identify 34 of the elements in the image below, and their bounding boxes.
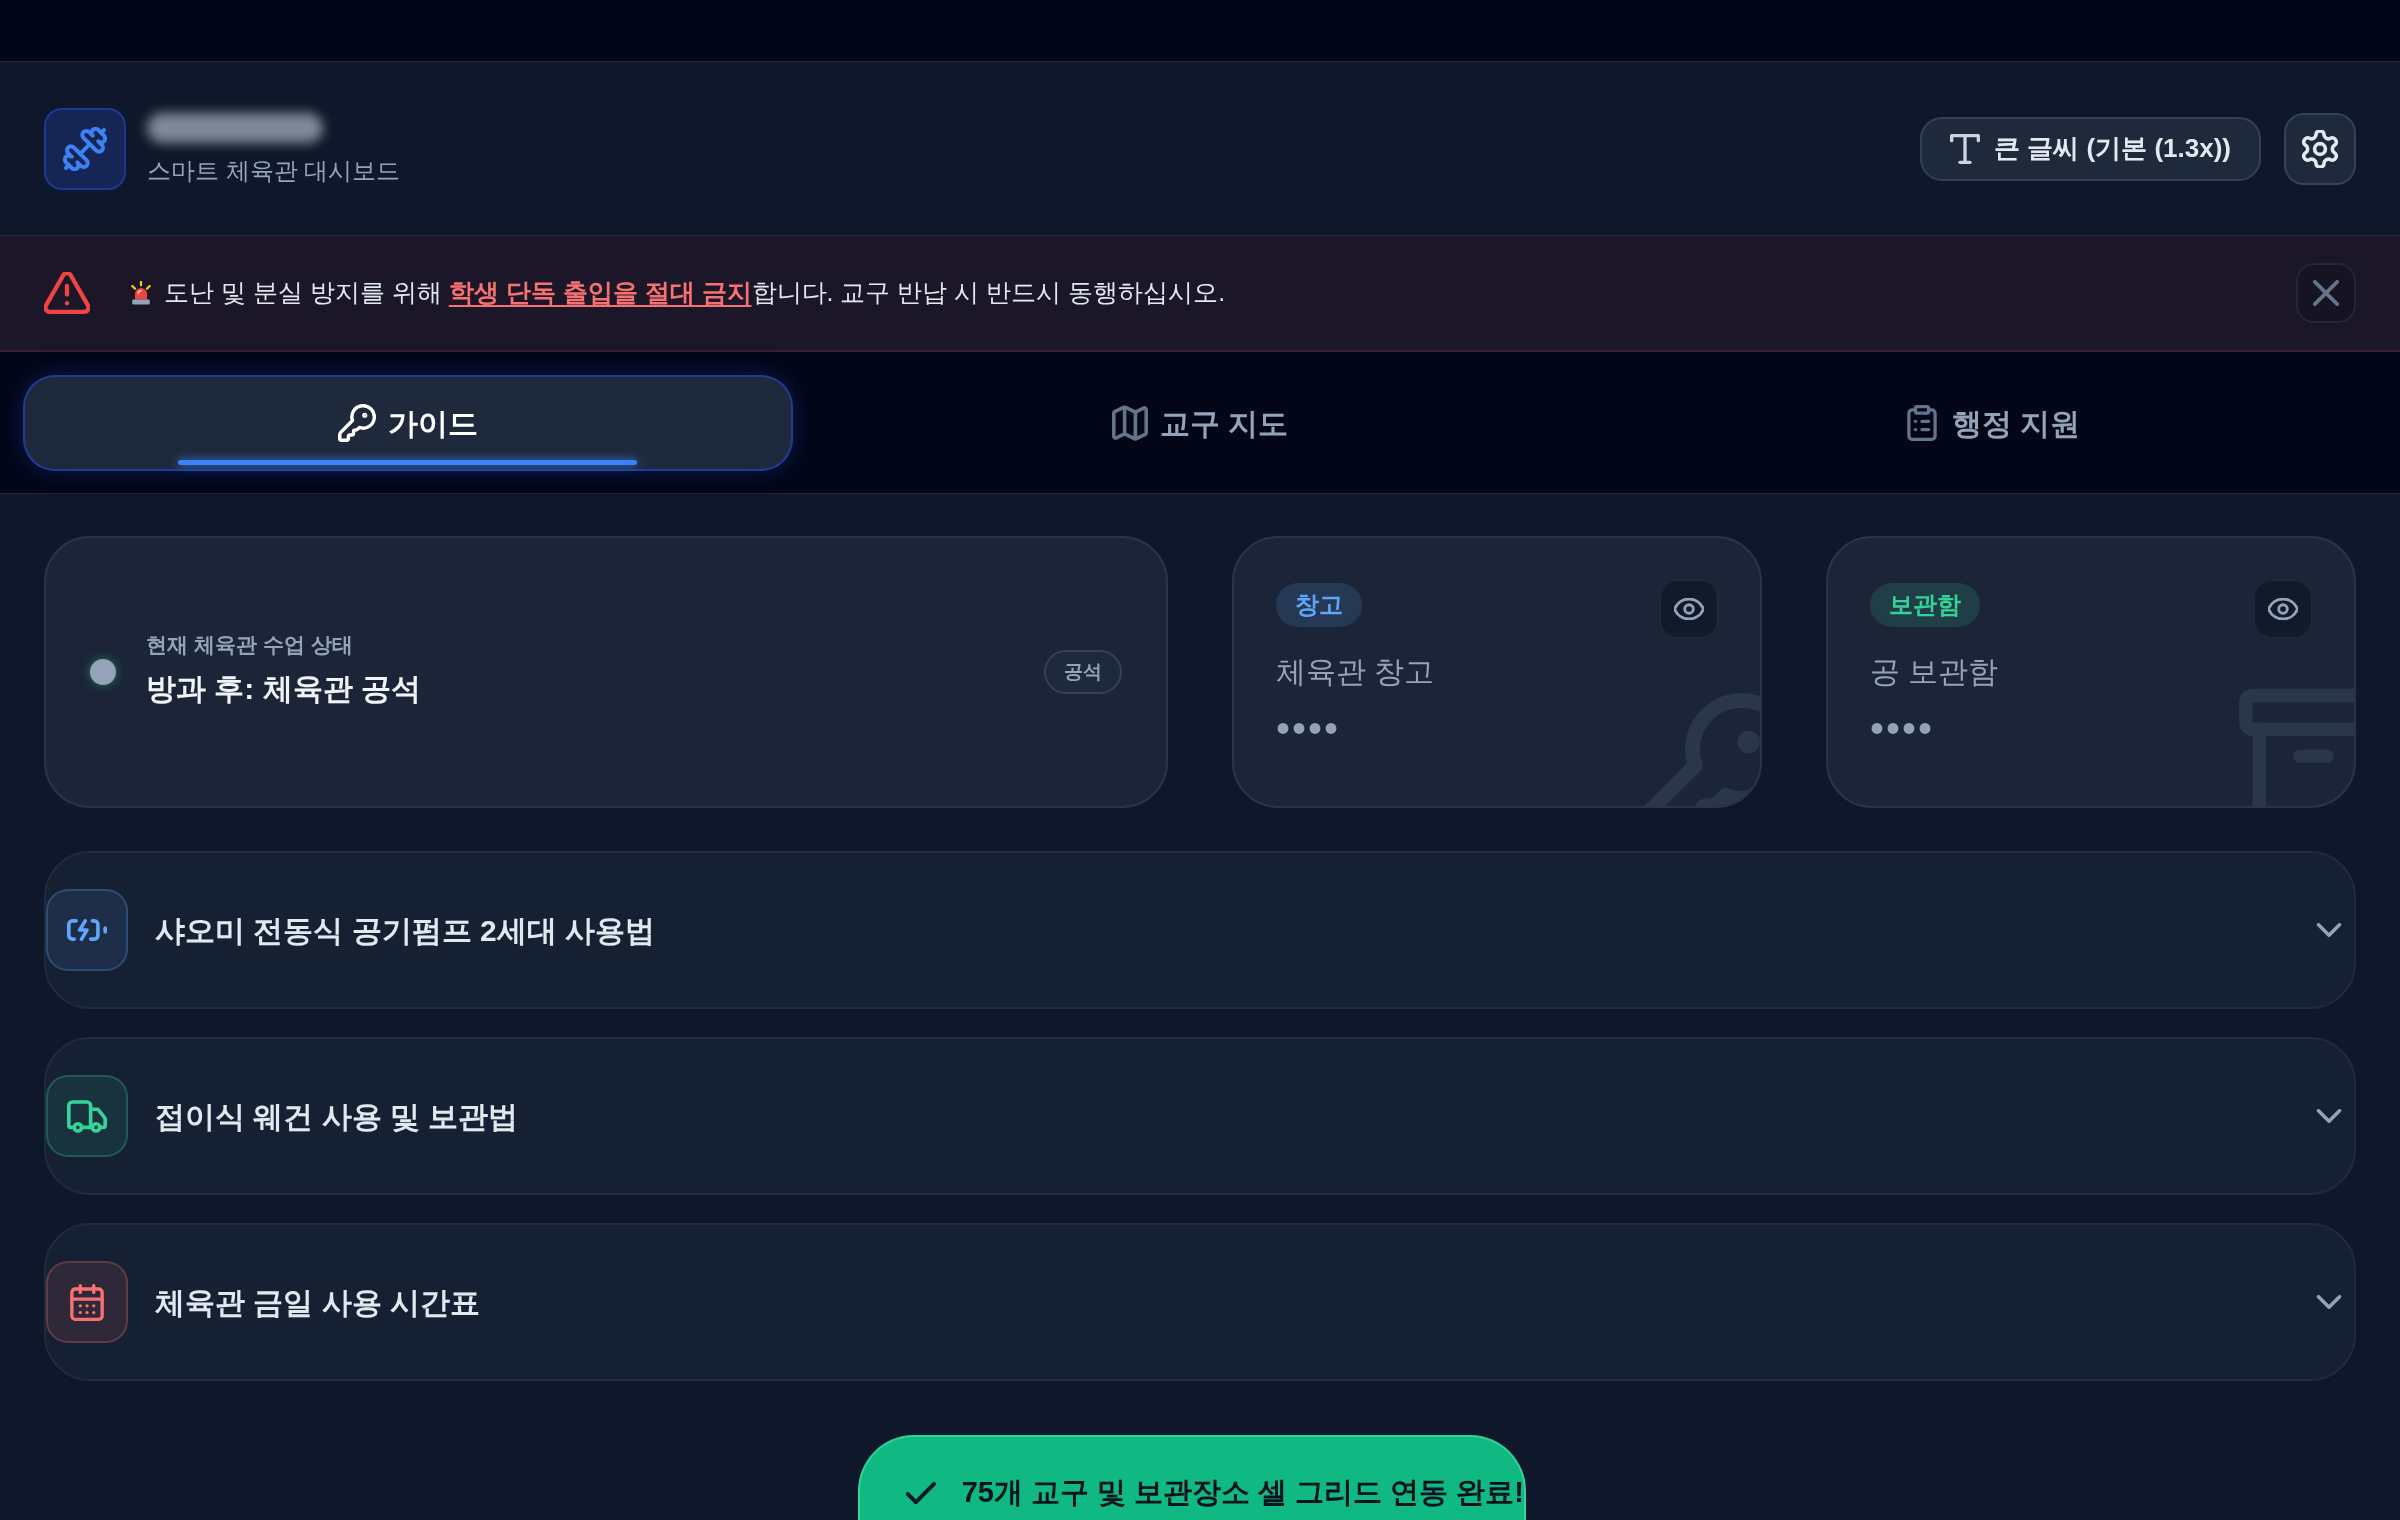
masked-code: •••• bbox=[1276, 708, 1340, 748]
category-tag: 창고 bbox=[1276, 583, 1362, 627]
tab[interactable]: 교구 지도 bbox=[815, 375, 1585, 471]
settings-icon bbox=[2301, 129, 2339, 168]
category-tag: 보관함 bbox=[1870, 583, 1980, 627]
close-button[interactable] bbox=[2296, 263, 2356, 323]
status-label: 현재 체육관 수업 상태 bbox=[146, 631, 353, 658]
eye-icon bbox=[1674, 598, 1704, 620]
warning-icon bbox=[44, 272, 90, 314]
show-code-button[interactable] bbox=[1660, 580, 1718, 638]
guide-accordion-item[interactable]: 체육관 금일 사용 시간표 bbox=[44, 1223, 2356, 1381]
storage-name: 체육관 창고 bbox=[1276, 654, 1435, 690]
dashboard-subtitle: 스마트 체육관 대시보드 bbox=[147, 155, 401, 186]
siren-icon bbox=[130, 281, 152, 305]
font-size-button[interactable]: 큰 글씨 (기본 (1.3x)) bbox=[1920, 116, 2261, 181]
guide-accordion-item[interactable]: 샤오미 전동식 공기펌프 2세대 사용법 bbox=[44, 851, 2356, 1009]
storage-name: 공 보관함 bbox=[1870, 654, 1999, 690]
key-icon bbox=[338, 404, 376, 442]
close-icon bbox=[2313, 280, 2339, 306]
guide-accordion-item[interactable]: 접이식 웨건 사용 및 보관법 bbox=[44, 1037, 2356, 1195]
status-value: 방과 후: 체육관 공석 bbox=[146, 671, 421, 708]
text-size-icon bbox=[1950, 131, 1981, 166]
tab[interactable]: 행정 지원 bbox=[1607, 375, 2377, 471]
toast-message: 75개 교구 및 보관장소 셀 그리드 연동 완료! bbox=[961, 1475, 1524, 1510]
masked-code: •••• bbox=[1870, 708, 1934, 748]
status-badge: 공석 bbox=[1044, 650, 1122, 694]
eye-icon bbox=[2268, 598, 2298, 620]
settings-button[interactable] bbox=[2284, 112, 2356, 185]
dumbbell-icon bbox=[44, 107, 126, 190]
map-icon bbox=[1111, 405, 1148, 441]
check-icon bbox=[906, 1480, 936, 1506]
alert-message: 도난 및 분실 방지를 위해 학생 단독 출입을 절대 금지합니다. 교구 반납 시 반드시 동행하십시오. bbox=[164, 277, 1226, 309]
show-code-button[interactable] bbox=[2254, 580, 2312, 638]
tab[interactable]: 가이드 bbox=[23, 375, 793, 471]
